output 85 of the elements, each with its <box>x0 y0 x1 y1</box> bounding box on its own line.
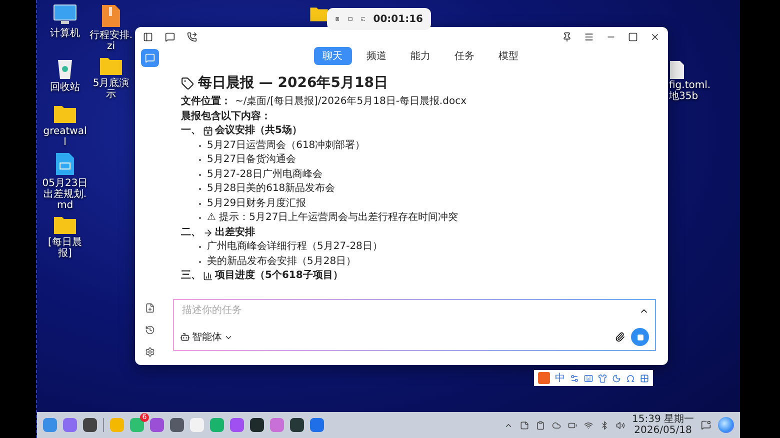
section-title: 项目进度（5个618子项目） <box>215 269 343 283</box>
list-item-text: 5月27日备货沟通会 <box>207 153 296 167</box>
clock-date[interactable]: 2026/05/18 <box>634 425 692 436</box>
list-item-text: 5月28日美的618新品发布会 <box>207 182 336 196</box>
grid-icon[interactable] <box>640 374 649 382</box>
battery-icon[interactable] <box>568 420 577 430</box>
app-icon[interactable] <box>290 418 304 432</box>
zip-file-icon <box>101 4 121 28</box>
list-item-text: 5月27日运营周会（618冲刺部署） <box>207 138 366 152</box>
notification-icon[interactable] <box>701 420 711 430</box>
keyboard-icon[interactable] <box>584 374 593 382</box>
desktop-icon-label[interactable]: 计算机 <box>42 28 88 39</box>
list-item-text: 美的新品发布会安排（5月28日） <box>207 254 356 268</box>
close-icon[interactable] <box>650 32 660 42</box>
chat-icon <box>145 53 155 63</box>
list-item-text: 5月29日财务月度汇报 <box>207 196 306 210</box>
attach-icon[interactable] <box>615 332 625 342</box>
history-icon[interactable] <box>145 325 155 335</box>
cloud-icon[interactable] <box>552 420 561 430</box>
desktop-icon-label[interactable]: greatwall <box>42 126 88 148</box>
section-number: 二、 <box>181 226 201 240</box>
section-number: 三、 <box>181 269 201 283</box>
folder-icon <box>53 104 77 124</box>
sidebar-toggle-icon[interactable] <box>143 32 153 42</box>
input-method-logo <box>538 372 550 384</box>
recording-time: 00:01:16 <box>373 14 423 24</box>
desktop-icon-label[interactable]: 05月23日出差规划.md <box>42 178 88 211</box>
desktop-icon-label[interactable]: [每日晨报] <box>42 237 88 259</box>
settings-icon[interactable] <box>145 347 155 357</box>
chat-icon[interactable] <box>165 32 175 42</box>
app-icon[interactable] <box>250 418 264 432</box>
chart-icon <box>203 271 213 282</box>
desktop-icon-label[interactable]: 行程安排.zi <box>88 30 134 52</box>
folder-icon <box>309 6 329 22</box>
document-icon <box>55 152 75 176</box>
tab[interactable]: 任务 <box>446 47 484 65</box>
arrow-icon <box>203 228 213 238</box>
list-item-text: 5月27-28日广州电商峰会 <box>207 168 322 182</box>
note-icon[interactable] <box>520 420 529 430</box>
stop-icon[interactable] <box>348 14 352 24</box>
cast-icon[interactable] <box>360 14 366 24</box>
stop-button[interactable] <box>631 328 649 346</box>
desktop-icon-label[interactable]: 回收站 <box>42 82 88 93</box>
desktop-icon-label[interactable]: fig.toml. <box>669 80 711 91</box>
list-item-text: ⚠ 提示：5月27日上午运营周会与出差行程存在时间冲突 <box>207 211 458 225</box>
task-input-box[interactable]: 描述你的任务 智能体 <box>173 299 656 351</box>
app-icon[interactable] <box>83 418 97 432</box>
clipboard-icon[interactable] <box>536 420 545 430</box>
new-file-icon[interactable] <box>145 303 155 313</box>
robot-icon <box>180 332 190 342</box>
report-heading: 每日晨报 — 2026年5月18日 <box>198 74 388 93</box>
tab[interactable]: 频道 <box>358 47 396 65</box>
pause-icon[interactable] <box>335 14 340 24</box>
folder-icon <box>53 215 77 235</box>
maximize-icon[interactable] <box>628 32 638 42</box>
calendar-icon <box>203 126 213 136</box>
desktop-icon-label[interactable]: 5月底演示 <box>88 78 134 100</box>
clock-time[interactable]: 15:39 星期一 <box>632 414 694 425</box>
tab[interactable]: 模型 <box>490 47 528 65</box>
volume-icon[interactable] <box>616 420 625 430</box>
app-icon[interactable] <box>170 418 184 432</box>
file-path: ~/桌面/[每日晨报]/2026年5月18日-每日晨报.docx <box>235 95 466 109</box>
chat-button[interactable] <box>141 49 159 67</box>
section-number: 一、 <box>181 124 201 138</box>
menu-icon[interactable] <box>584 32 594 42</box>
tab[interactable]: 能力 <box>402 47 440 65</box>
bluetooth-icon[interactable] <box>600 420 609 430</box>
section-title: 出差安排 <box>215 226 255 240</box>
input-mode[interactable]: 中 <box>555 371 565 385</box>
section-title: 会议安排（共5场） <box>215 124 302 138</box>
stop-icon <box>636 334 644 340</box>
task-input-field[interactable]: 描述你的任务 <box>180 304 633 317</box>
intro-text: 晨报包含以下内容： <box>181 110 272 124</box>
symbol-icon[interactable] <box>626 374 635 382</box>
agent-selector[interactable]: 智能体 <box>180 330 233 344</box>
phone-icon[interactable] <box>187 32 197 42</box>
pin-icon[interactable] <box>562 32 572 42</box>
folder-icon <box>99 56 123 76</box>
tag-icon <box>181 76 194 90</box>
file-location-label: 文件位置： <box>181 95 231 109</box>
network-icon[interactable] <box>584 420 593 430</box>
monitor-icon <box>53 4 77 26</box>
list-item-text: 广州电商峰会详细行程（5月27-28日） <box>207 240 382 254</box>
moon-icon[interactable] <box>612 374 621 382</box>
desktop-icon-label[interactable]: 地35b <box>669 91 698 102</box>
